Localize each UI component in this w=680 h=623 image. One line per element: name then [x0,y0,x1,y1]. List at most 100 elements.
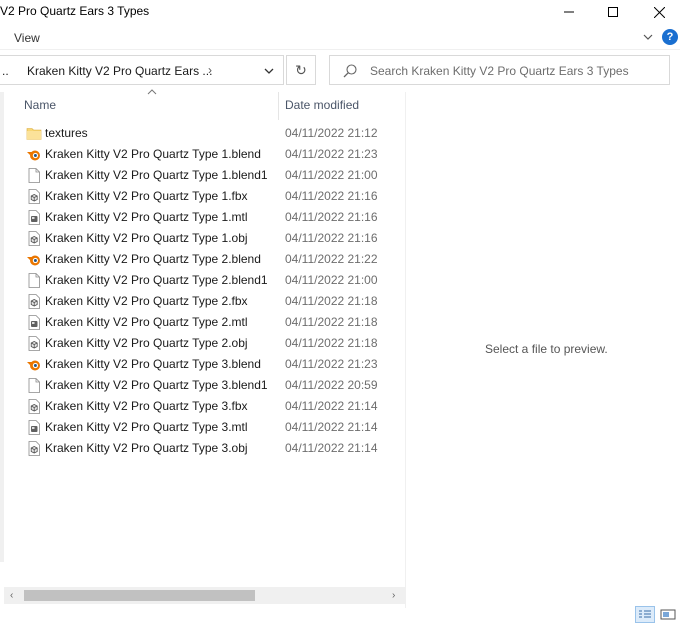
file-name: Kraken Kitty V2 Pro Quartz Type 1.blend1 [45,168,268,182]
maximize-icon [608,7,618,17]
large-icons-view-icon [660,609,676,620]
file-name: Kraken Kitty V2 Pro Quartz Type 3.blend1 [45,378,268,392]
address-overflow[interactable]: .. [2,64,9,78]
file-date-modified: 04/11/2022 21:16 [285,210,378,224]
folder-icon [26,128,42,140]
blank-file-icon [28,168,40,183]
file-name: Kraken Kitty V2 Pro Quartz Type 3.mtl [45,420,248,434]
file-date-modified: 04/11/2022 21:18 [285,294,378,308]
file-date-modified: 04/11/2022 21:23 [285,147,378,161]
file-list: textures 04/11/2022 21:12 Kraken Kitty V… [4,123,405,459]
file-name: Kraken Kitty V2 Pro Quartz Type 1.blend [45,147,261,161]
mtl-file-icon [28,420,40,435]
refresh-button[interactable]: ↻ [286,55,316,85]
ribbon: View ? [0,26,680,50]
column-divider[interactable] [278,92,279,120]
blender-icon [27,360,40,371]
window-title: V2 Pro Quartz Ears 3 Types [0,4,150,18]
details-view-icon [639,610,651,618]
help-button[interactable]: ? [662,29,678,45]
file-name: Kraken Kitty V2 Pro Quartz Type 3.blend [45,357,261,371]
file-row-5[interactable]: Kraken Kitty V2 Pro Quartz Type 1.mtl 04… [4,207,405,228]
scroll-left-arrow-icon[interactable]: ‹ [10,590,13,601]
3d-file-icon [28,399,40,414]
blank-file-icon [28,273,40,288]
blender-icon [27,255,40,266]
minimize-icon [564,11,574,13]
file-date-modified: 04/11/2022 21:14 [285,441,378,455]
file-date-modified: 04/11/2022 21:14 [285,399,378,413]
3d-file-icon [28,294,40,309]
file-row-1[interactable]: textures 04/11/2022 21:12 [4,123,405,144]
mtl-file-icon [28,210,40,225]
preview-message: Select a file to preview. [485,342,608,356]
mtl-file-icon [28,315,40,330]
minimize-button[interactable] [546,0,592,24]
address-bar[interactable]: .. Kraken Kitty V2 Pro Quartz Ears ... › [0,55,284,85]
file-list-pane: Name Date modified textures 04/11/2022 2… [0,89,405,608]
large-icons-view-button[interactable] [658,606,678,623]
file-name: Kraken Kitty V2 Pro Quartz Type 3.obj [45,441,248,455]
3d-file-icon [28,441,40,456]
view-menu-tab[interactable]: View [14,31,40,45]
file-date-modified: 04/11/2022 21:23 [285,357,378,371]
file-name: Kraken Kitty V2 Pro Quartz Type 1.mtl [45,210,248,224]
file-row-12[interactable]: Kraken Kitty V2 Pro Quartz Type 3.blend … [4,354,405,375]
file-name: textures [45,126,88,140]
address-path-segment[interactable]: Kraken Kitty V2 Pro Quartz Ears ... [27,64,212,78]
file-row-14[interactable]: Kraken Kitty V2 Pro Quartz Type 3.fbx 04… [4,396,405,417]
file-date-modified: 04/11/2022 21:18 [285,336,378,350]
file-row-11[interactable]: Kraken Kitty V2 Pro Quartz Type 2.obj 04… [4,333,405,354]
column-header-name[interactable]: Name [24,98,56,112]
3d-file-icon [28,336,40,351]
scroll-right-arrow-icon[interactable]: › [392,590,395,601]
column-header-row: Name Date modified [4,89,405,120]
3d-file-icon [28,189,40,204]
file-row-13[interactable]: Kraken Kitty V2 Pro Quartz Type 3.blend1… [4,375,405,396]
address-dropdown-chevron-icon[interactable] [262,64,276,78]
file-row-7[interactable]: Kraken Kitty V2 Pro Quartz Type 2.blend … [4,249,405,270]
maximize-button[interactable] [590,0,636,24]
file-date-modified: 04/11/2022 21:12 [285,126,378,140]
file-date-modified: 04/11/2022 21:22 [285,252,378,266]
file-name: Kraken Kitty V2 Pro Quartz Type 2.mtl [45,315,248,329]
file-date-modified: 04/11/2022 21:18 [285,315,378,329]
file-row-9[interactable]: Kraken Kitty V2 Pro Quartz Type 2.fbx 04… [4,291,405,312]
file-date-modified: 04/11/2022 21:14 [285,420,378,434]
horizontal-scrollbar[interactable]: ‹ › [4,587,405,604]
file-row-6[interactable]: Kraken Kitty V2 Pro Quartz Type 1.obj 04… [4,228,405,249]
file-row-2[interactable]: Kraken Kitty V2 Pro Quartz Type 1.blend … [4,144,405,165]
file-name: Kraken Kitty V2 Pro Quartz Type 2.blend [45,252,261,266]
file-date-modified: 04/11/2022 21:16 [285,189,378,203]
file-name: Kraken Kitty V2 Pro Quartz Type 1.fbx [45,189,248,203]
search-icon [343,64,357,78]
file-row-16[interactable]: Kraken Kitty V2 Pro Quartz Type 3.obj 04… [4,438,405,459]
file-name: Kraken Kitty V2 Pro Quartz Type 2.obj [45,336,248,350]
file-date-modified: 04/11/2022 20:59 [285,378,378,392]
breadcrumb-chevron-icon[interactable]: › [208,63,212,77]
preview-pane-divider[interactable] [405,92,406,608]
title-bar: V2 Pro Quartz Ears 3 Types [0,0,680,24]
file-name: Kraken Kitty V2 Pro Quartz Type 1.obj [45,231,248,245]
sort-ascending-icon [147,89,157,95]
details-view-button[interactable] [635,606,655,623]
close-icon [653,6,665,18]
refresh-icon: ↻ [295,61,307,78]
file-date-modified: 04/11/2022 21:00 [285,273,378,287]
column-header-date-modified[interactable]: Date modified [285,98,359,112]
search-box[interactable]: Search Kraken Kitty V2 Pro Quartz Ears 3… [329,55,670,85]
file-row-10[interactable]: Kraken Kitty V2 Pro Quartz Type 2.mtl 04… [4,312,405,333]
scrollbar-thumb[interactable] [24,590,255,601]
navigation-bar: .. Kraken Kitty V2 Pro Quartz Ears ... ›… [0,55,680,85]
blender-icon [27,150,40,161]
file-name: Kraken Kitty V2 Pro Quartz Type 3.fbx [45,399,248,413]
status-bar [0,605,680,623]
file-row-15[interactable]: Kraken Kitty V2 Pro Quartz Type 3.mtl 04… [4,417,405,438]
expand-ribbon-chevron-icon[interactable] [641,30,655,44]
search-placeholder: Search Kraken Kitty V2 Pro Quartz Ears 3… [370,64,629,78]
file-row-3[interactable]: Kraken Kitty V2 Pro Quartz Type 1.blend1… [4,165,405,186]
blank-file-icon [28,378,40,393]
close-button[interactable] [636,0,680,24]
file-row-4[interactable]: Kraken Kitty V2 Pro Quartz Type 1.fbx 04… [4,186,405,207]
file-row-8[interactable]: Kraken Kitty V2 Pro Quartz Type 2.blend1… [4,270,405,291]
